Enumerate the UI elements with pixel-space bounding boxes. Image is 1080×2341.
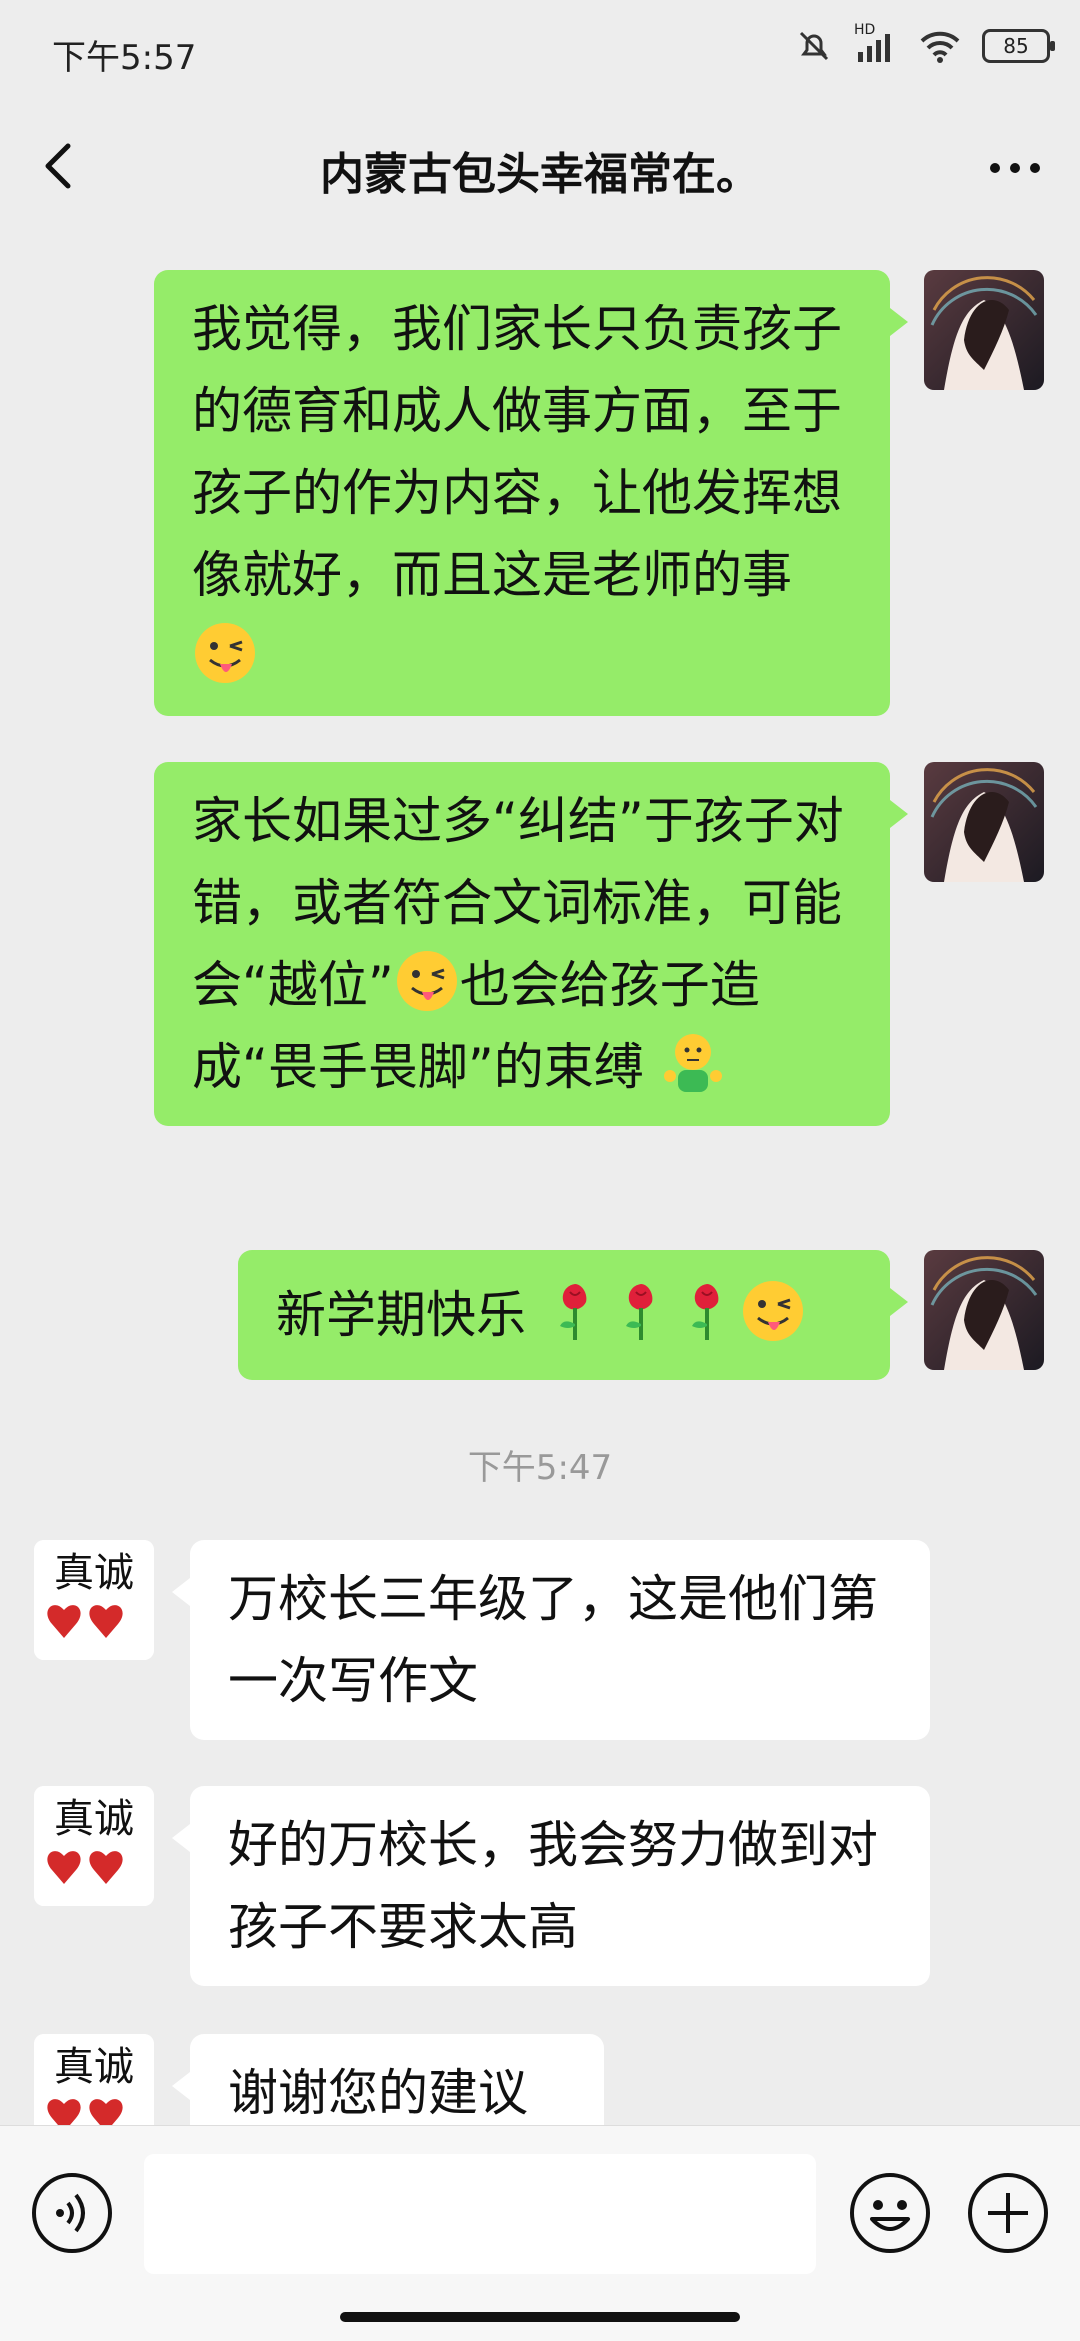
winking-tongue-emoji-icon [396,951,457,1011]
shrug-emoji-icon [663,1034,722,1092]
emoji-picker-icon[interactable] [848,2171,932,2255]
status-time: 下午5:57 [52,38,197,78]
rose-emoji-icon [625,1284,653,1340]
voice-input-icon[interactable] [30,2171,114,2255]
avatar-calligraphy: 真诚 [54,2044,134,2090]
signal-icon: HD [854,22,898,64]
more-options-icon[interactable] [980,138,1050,198]
rose-emoji-icon [691,1284,719,1340]
message-text: 谢谢您的建议 [228,2064,528,2122]
my-avatar[interactable] [924,1250,1044,1370]
message-bubble-3[interactable]: 新学期快乐 [238,1250,908,1380]
my-avatar[interactable] [924,762,1044,882]
message-bubble-2[interactable]: 家长如果过多“纠结”于孩子对错，或者符合文词标准，可能会“越位” 也会给孩子造成“… [154,762,908,1126]
wifi-icon [920,31,960,63]
message-bubble-6[interactable]: 谢谢您的建议 [172,2034,604,2125]
message-list[interactable]: 我觉得，我们家长只负责孩子的德育和成人做事方面，至于孩子的作为内容，让他发挥想像… [0,230,1080,2125]
my-avatar[interactable] [924,270,1044,390]
chat-header: 内蒙古包头幸福常在。 [0,110,1080,230]
network-type-label: HD [854,22,876,38]
avatar-calligraphy: 真诚 [54,1550,134,1596]
message-timestamp: 下午5:47 [467,1448,613,1488]
message-bubble-4[interactable]: 万校长三年级了，这是他们第一次写作文 [172,1540,930,1740]
rose-emoji-icon [559,1284,587,1340]
home-indicator[interactable] [340,2312,740,2322]
more-functions-plus-icon[interactable] [966,2171,1050,2255]
message-text: 新学期快乐 [276,1286,526,1344]
message-bubble-5[interactable]: 好的万校长，我会努力做到对孩子不要求太高 [172,1786,930,1986]
status-bar: 下午5:57 HD 85 [0,0,1080,100]
winking-tongue-emoji-icon [742,1281,803,1341]
message-text: 好的万校长，我会努力做到对孩子不要求太高 [228,1816,878,1956]
battery-icon: 85 [982,29,1055,63]
input-bar [0,2125,1080,2341]
contact-avatar[interactable]: 真诚 [34,1786,154,1906]
mute-icon [799,31,829,61]
winking-tongue-emoji-icon [195,623,255,683]
chat-title: 内蒙古包头幸福常在。 [320,149,760,200]
contact-avatar[interactable]: 真诚 [34,1540,154,1660]
message-input[interactable] [144,2154,816,2274]
avatar-calligraphy: 真诚 [54,1796,134,1842]
message-text: 我觉得，我们家长只负责孩子的德育和成人做事方面，至于孩子的作为内容，让他发挥想像… [192,300,842,604]
status-icons: HD 85 [796,22,1055,64]
message-text: 万校长三年级了，这是他们第一次写作文 [228,1570,878,1710]
contact-avatar[interactable]: 真诚 [34,2034,154,2125]
message-bubble-1[interactable]: 我觉得，我们家长只负责孩子的德育和成人做事方面，至于孩子的作为内容，让他发挥想像… [154,270,908,716]
